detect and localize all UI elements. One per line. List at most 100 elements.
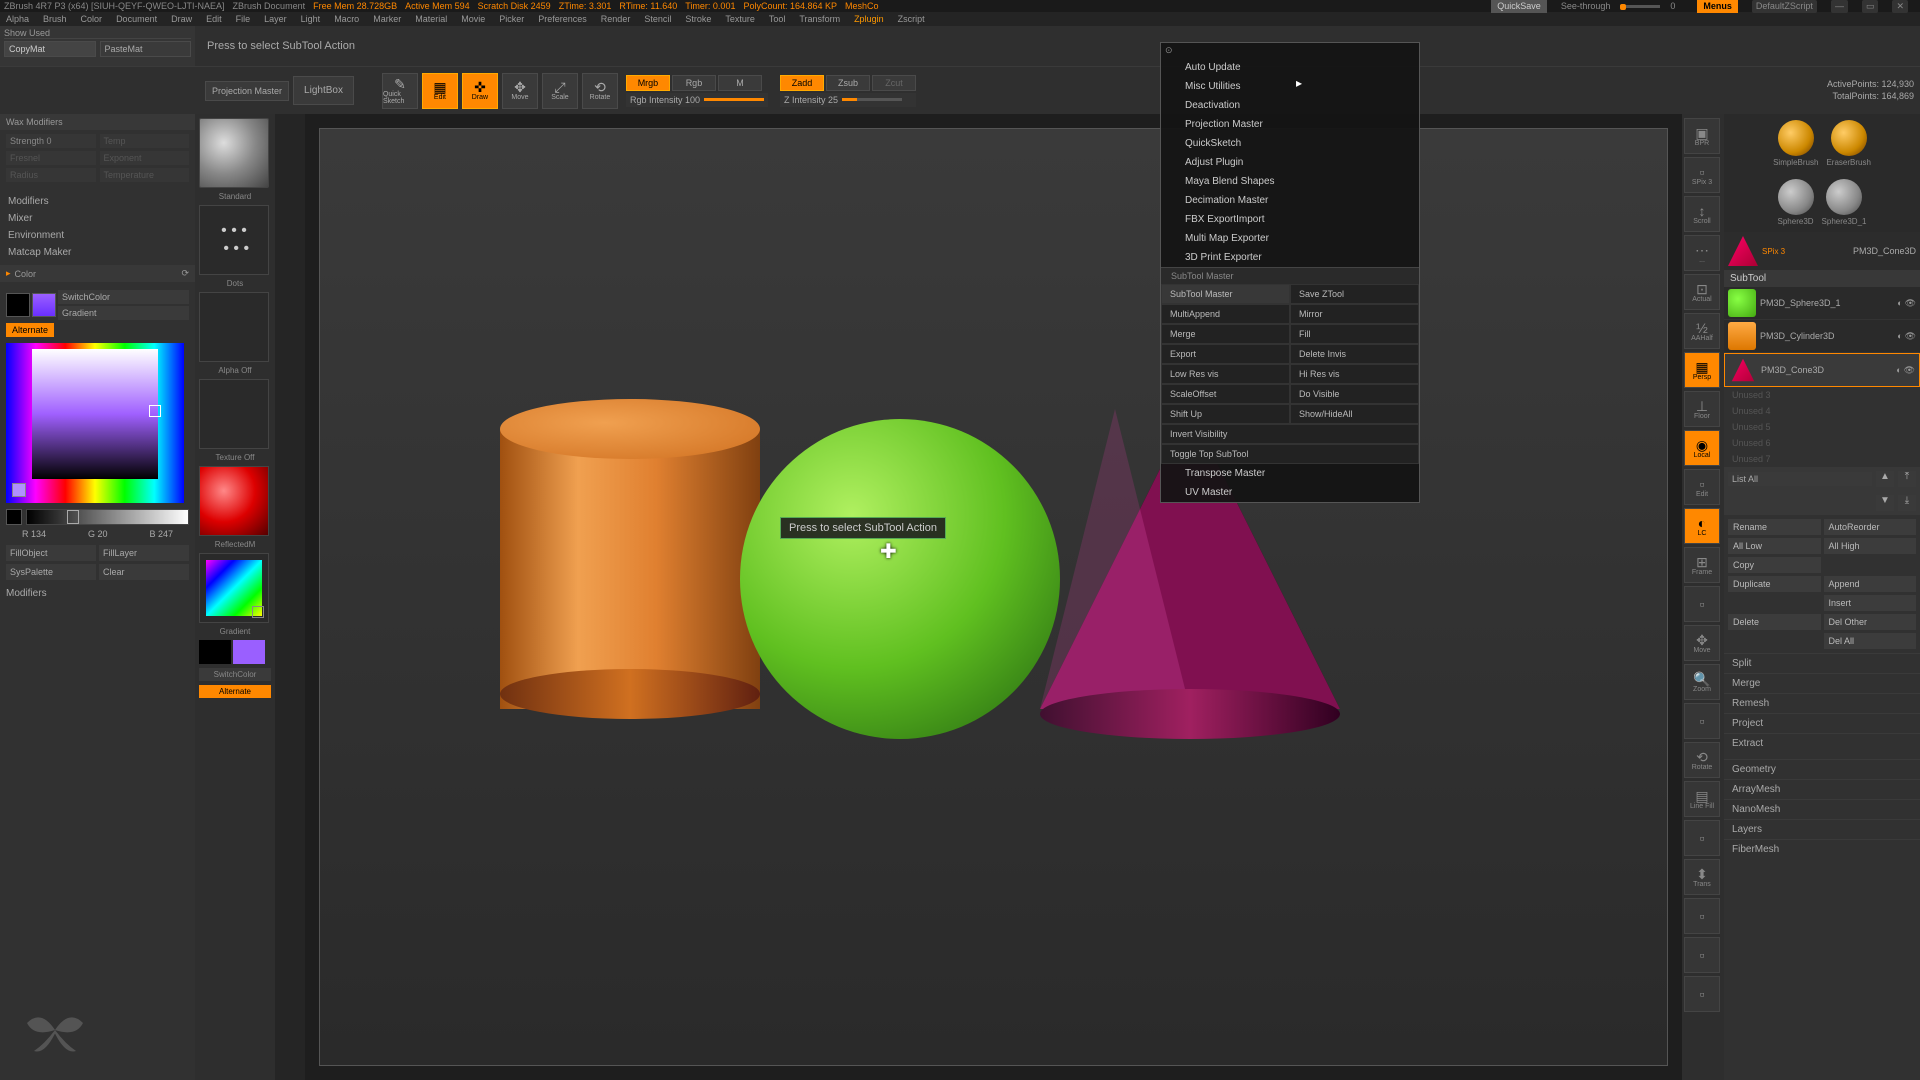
copymat-button[interactable]: CopyMat xyxy=(4,41,96,57)
wax-radius[interactable]: Radius xyxy=(6,168,96,182)
window-min-icon[interactable]: — xyxy=(1831,0,1848,13)
menu-alpha[interactable]: Alpha xyxy=(6,14,29,24)
rail-trans[interactable]: ⬍Trans xyxy=(1684,859,1720,895)
section-geometry[interactable]: Geometry xyxy=(1724,759,1920,779)
menu-tool[interactable]: Tool xyxy=(769,14,786,24)
menu-marker[interactable]: Marker xyxy=(373,14,401,24)
edit-button[interactable]: ▦Edit xyxy=(422,73,458,109)
pin-icon[interactable]: ⊙ xyxy=(1165,45,1173,56)
rail-local[interactable]: ◉Local xyxy=(1684,430,1720,466)
zadd-button[interactable]: Zadd xyxy=(780,75,824,91)
subtool-delete-button[interactable]: Delete xyxy=(1728,614,1821,630)
section-extract[interactable]: Extract xyxy=(1724,733,1920,753)
menu-render[interactable]: Render xyxy=(601,14,631,24)
stm-subtool-master-button[interactable]: SubTool Master xyxy=(1161,284,1290,304)
stroke-thumb[interactable] xyxy=(199,205,269,275)
subtool-all-low-button[interactable]: All Low xyxy=(1728,538,1821,554)
zplugin-projection-master[interactable]: Projection Master xyxy=(1161,115,1419,134)
section-layers[interactable]: Layers xyxy=(1724,819,1920,839)
list-all-button[interactable]: List All xyxy=(1728,472,1872,486)
menu-document[interactable]: Document xyxy=(116,14,157,24)
gradient-button[interactable]: Gradient xyxy=(58,306,189,320)
rail-bpr[interactable]: ▣BPR xyxy=(1684,118,1720,154)
wax-temp[interactable]: Temp xyxy=(100,134,190,148)
section-split[interactable]: Split xyxy=(1724,653,1920,673)
brush-thumb[interactable] xyxy=(199,118,269,188)
rail-btn20[interactable]: ▫ xyxy=(1684,898,1720,934)
zplugin-fbx-exportimport[interactable]: FBX ExportImport xyxy=(1161,210,1419,229)
menu-light[interactable]: Light xyxy=(301,14,321,24)
rail-edit[interactable]: ▫Edit xyxy=(1684,469,1720,505)
zplugin-decimation-master[interactable]: Decimation Master xyxy=(1161,191,1419,210)
rail-spix-3[interactable]: ▫SPix 3 xyxy=(1684,157,1720,193)
rail-btn21[interactable]: ▫ xyxy=(1684,937,1720,973)
move-top-icon[interactable]: ⤒ xyxy=(1898,471,1916,487)
zplugin-quicksketch[interactable]: QuickSketch xyxy=(1161,134,1419,153)
alpha-thumb[interactable] xyxy=(199,292,269,362)
subtool-header[interactable]: SubTool xyxy=(1724,270,1920,287)
window-close-icon[interactable]: ✕ xyxy=(1892,0,1908,13)
stm-merge-button[interactable]: Merge xyxy=(1161,324,1290,344)
stm-invert-visibility-button[interactable]: Invert Visibility xyxy=(1161,424,1419,444)
quicksketch-button[interactable]: ✎Quick Sketch xyxy=(382,73,418,109)
stm-delete-invis-button[interactable]: Delete Invis xyxy=(1290,344,1419,364)
rail-lc[interactable]: ◐LC xyxy=(1684,508,1720,544)
subtool-append-button[interactable]: Append xyxy=(1824,576,1917,592)
mod-matcap-maker[interactable]: Matcap Maker xyxy=(8,244,187,261)
zplugin-misc-utilities[interactable]: Misc Utilities xyxy=(1161,77,1419,96)
move-down-icon[interactable]: ▼ xyxy=(1876,495,1894,511)
lightbox-button[interactable]: LightBox xyxy=(293,76,354,105)
rail-frame[interactable]: ⊞Frame xyxy=(1684,547,1720,583)
stm-toggle-top-subtool-button[interactable]: Toggle Top SubTool xyxy=(1161,444,1419,464)
stm-export-button[interactable]: Export xyxy=(1161,344,1290,364)
show-used[interactable]: Show Used xyxy=(4,28,191,39)
subtool-pm3d_cylinder3d[interactable]: PM3D_Cylinder3D◐👁 xyxy=(1724,320,1920,353)
menu-stencil[interactable]: Stencil xyxy=(644,14,671,24)
value-swatch[interactable] xyxy=(6,509,22,525)
menu-stroke[interactable]: Stroke xyxy=(685,14,711,24)
menu-brush[interactable]: Brush xyxy=(43,14,67,24)
rail-floor[interactable]: ⊥Floor xyxy=(1684,391,1720,427)
color-picker[interactable] xyxy=(6,343,184,503)
stm-show-hideall-button[interactable]: Show/HideAll xyxy=(1290,404,1419,424)
menu-movie[interactable]: Movie xyxy=(461,14,485,24)
move-button[interactable]: ✥Move xyxy=(502,73,538,109)
zplugin-transpose-master[interactable]: Transpose Master xyxy=(1161,464,1419,483)
stm-low-res-vis-button[interactable]: Low Res vis xyxy=(1161,364,1290,384)
stm-save-ztool-button[interactable]: Save ZTool xyxy=(1290,284,1419,304)
menu-zplugin[interactable]: Zplugin xyxy=(854,14,884,24)
color-header[interactable]: ▸Color⟳ xyxy=(0,265,195,282)
wax-strength[interactable]: Strength 0 xyxy=(6,134,96,148)
pastemat-button[interactable]: PasteMat xyxy=(100,41,192,57)
rgb-button[interactable]: Rgb xyxy=(672,75,716,91)
section-project[interactable]: Project xyxy=(1724,713,1920,733)
rail-btn12[interactable]: ▫ xyxy=(1684,586,1720,622)
zplugin-uv-master[interactable]: UV Master xyxy=(1161,483,1419,502)
subtool-insert-button[interactable]: Insert xyxy=(1824,595,1917,611)
tool-eraserbrush[interactable] xyxy=(1831,120,1867,156)
menu-material[interactable]: Material xyxy=(415,14,447,24)
wax-header[interactable]: Wax Modifiers xyxy=(0,114,195,130)
syspalette-button[interactable]: SysPalette xyxy=(6,564,96,580)
current-tool-thumb[interactable] xyxy=(1728,236,1758,266)
alternate2-button[interactable]: Alternate xyxy=(199,685,271,698)
alternate-button[interactable]: Alternate xyxy=(6,323,54,337)
rail-line-fill[interactable]: ▤Line Fill xyxy=(1684,781,1720,817)
menu-edit[interactable]: Edit xyxy=(206,14,222,24)
modifiers-section[interactable]: Modifiers xyxy=(6,588,189,599)
stm-multiappend-button[interactable]: MultiAppend xyxy=(1161,304,1290,324)
tool-sphere3d-1[interactable] xyxy=(1826,179,1862,215)
rail-actual[interactable]: ⊡Actual xyxy=(1684,274,1720,310)
subtool-del-all-button[interactable]: Del All xyxy=(1824,633,1917,649)
rotate-button[interactable]: ⟲Rotate xyxy=(582,73,618,109)
mod-modifiers[interactable]: Modifiers xyxy=(8,193,187,210)
grad-swatch-2[interactable] xyxy=(233,640,265,664)
zsub-button[interactable]: Zsub xyxy=(826,75,870,91)
stm-fill-button[interactable]: Fill xyxy=(1290,324,1419,344)
menu-color[interactable]: Color xyxy=(81,14,103,24)
menu-file[interactable]: File xyxy=(236,14,251,24)
color-swatch-primary[interactable] xyxy=(32,293,56,317)
move-bottom-icon[interactable]: ⤓ xyxy=(1898,495,1916,511)
menu-picker[interactable]: Picker xyxy=(499,14,524,24)
switchcolor-button[interactable]: SwitchColor xyxy=(58,290,189,304)
